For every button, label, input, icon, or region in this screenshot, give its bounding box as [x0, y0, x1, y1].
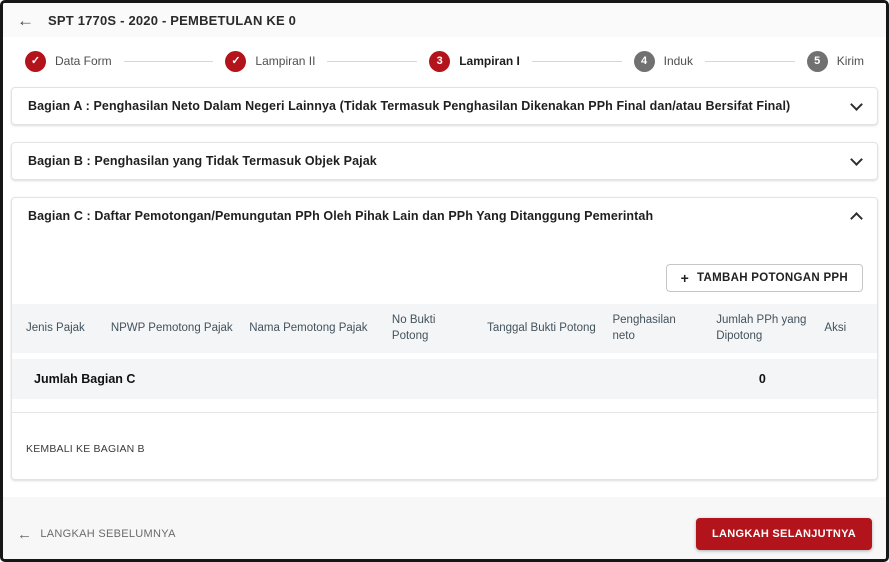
page-title: SPT 1770S - 2020 - PEMBETULAN KE 0 [48, 13, 296, 28]
step-lampiran-1[interactable]: 3 Lampiran I [429, 51, 520, 72]
step-label: Lampiran I [459, 54, 520, 68]
back-arrow-icon: ← [17, 527, 32, 542]
accordion-bagian-b: Bagian B : Penghasilan yang Tidak Termas… [11, 142, 878, 180]
total-aksi-empty [816, 359, 877, 399]
plus-icon: + [681, 271, 689, 285]
step-label: Kirim [837, 54, 864, 68]
chevron-down-icon[interactable] [850, 153, 863, 166]
step-lampiran-2[interactable]: ✓ Lampiran II [225, 51, 315, 72]
accordion-title: Bagian C : Daftar Pemotongan/Pemungutan … [28, 209, 653, 223]
step-label: Induk [664, 54, 693, 68]
step-induk[interactable]: 4 Induk [634, 51, 693, 72]
accordion-bagian-c: Bagian C : Daftar Pemotongan/Pemungutan … [11, 197, 878, 480]
col-tanggal-bukti-potong: Tanggal Bukti Potong [479, 304, 604, 353]
prev-label: LANGKAH SEBELUMNYA [40, 528, 175, 540]
accordion-header-bagian-b[interactable]: Bagian B : Penghasilan yang Tidak Termas… [12, 143, 877, 179]
step-data-form[interactable]: ✓ Data Form [25, 51, 112, 72]
step-label: Data Form [55, 54, 112, 68]
spt-wizard-window: ← SPT 1770S - 2020 - PEMBETULAN KE 0 ✓ D… [0, 0, 889, 562]
step-number-badge: 5 [807, 51, 828, 72]
step-number-badge: 4 [634, 51, 655, 72]
step-connector [532, 61, 622, 62]
step-connector [327, 61, 417, 62]
step-connector [124, 61, 214, 62]
accordion-bagian-a: Bagian A : Penghasilan Neto Dalam Negeri… [11, 87, 878, 125]
accordion-header-bagian-a[interactable]: Bagian A : Penghasilan Neto Dalam Negeri… [12, 88, 877, 124]
add-button-label: TAMBAH POTONGAN PPH [697, 272, 848, 284]
step-connector [705, 61, 795, 62]
back-arrow-icon[interactable]: ← [17, 12, 34, 29]
accordion-title: Bagian B : Penghasilan yang Tidak Termas… [28, 154, 377, 168]
col-npwp-pemotong: NPWP Pemotong Pajak [103, 304, 241, 353]
step-number-badge: 3 [429, 51, 450, 72]
header-bar: ← SPT 1770S - 2020 - PEMBETULAN KE 0 [3, 3, 886, 37]
col-nama-pemotong: Nama Pemotong Pajak [241, 304, 384, 353]
step-check-icon: ✓ [225, 51, 246, 72]
step-check-icon: ✓ [25, 51, 46, 72]
bagian-c-body: + TAMBAH POTONGAN PPH Jenis Pajak NPWP P… [12, 234, 877, 479]
total-value: 0 [708, 359, 816, 399]
table-header-row: Jenis Pajak NPWP Pemotong Pajak Nama Pem… [12, 304, 877, 353]
footer-bar: ← LANGKAH SEBELUMNYA LANGKAH SELANJUTNYA [3, 497, 886, 562]
chevron-up-icon[interactable] [850, 212, 863, 225]
accordion-title: Bagian A : Penghasilan Neto Dalam Negeri… [28, 99, 790, 113]
col-jenis-pajak: Jenis Pajak [12, 304, 103, 353]
chevron-down-icon[interactable] [850, 98, 863, 111]
col-aksi: Aksi [816, 304, 877, 353]
step-label: Lampiran II [255, 54, 315, 68]
langkah-selanjutnya-button[interactable]: LANGKAH SELANJUTNYA [696, 518, 872, 550]
tambah-potongan-pph-button[interactable]: + TAMBAH POTONGAN PPH [666, 264, 863, 292]
main-content: Bagian A : Penghasilan Neto Dalam Negeri… [3, 85, 886, 497]
step-kirim[interactable]: 5 Kirim [807, 51, 864, 72]
kembali-ke-bagian-b-link[interactable]: KEMBALI KE BAGIAN B [26, 443, 145, 455]
section-divider [12, 412, 877, 413]
col-penghasilan-neto: Penghasilan neto [604, 304, 708, 353]
col-no-bukti-potong: No Bukti Potong [384, 304, 479, 353]
total-row: Jumlah Bagian C 0 [12, 359, 877, 399]
wizard-stepper: ✓ Data Form ✓ Lampiran II 3 Lampiran I 4… [3, 37, 886, 85]
langkah-sebelumnya-link[interactable]: ← LANGKAH SEBELUMNYA [17, 527, 176, 542]
total-label: Jumlah Bagian C [12, 359, 708, 399]
accordion-header-bagian-c[interactable]: Bagian C : Daftar Pemotongan/Pemungutan … [12, 198, 877, 234]
potongan-pph-table: Jenis Pajak NPWP Pemotong Pajak Nama Pem… [12, 304, 877, 399]
col-jumlah-pph-dipotong: Jumlah PPh yang Dipotong [708, 304, 816, 353]
